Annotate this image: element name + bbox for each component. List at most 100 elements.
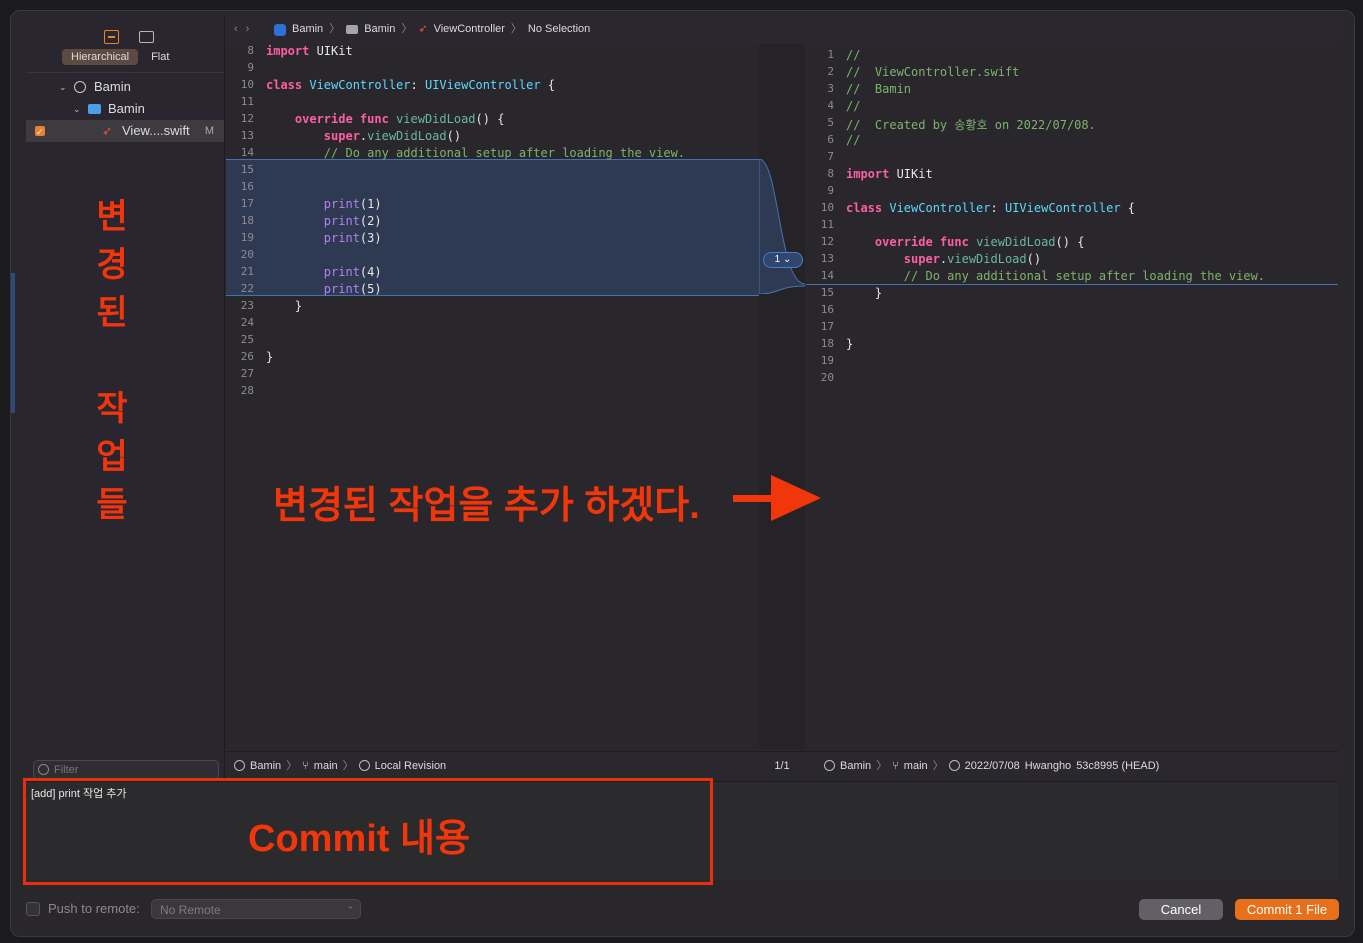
line-number: 16 bbox=[820, 303, 834, 316]
code-line[interactable]: override func viewDidLoad() { bbox=[846, 235, 1085, 249]
remote-select[interactable]: No Remote ⌃ bbox=[151, 899, 361, 919]
filter-icon bbox=[38, 764, 49, 775]
sidebar-divider bbox=[26, 72, 224, 73]
left-revision-bar: Bamin 〉 ⑂ main 〉 Local Revision bbox=[226, 751, 759, 779]
code-line[interactable]: // Created by 송황호 on 2022/07/08. bbox=[846, 116, 1096, 133]
line-number: 22 bbox=[240, 282, 254, 295]
tree-item-repo[interactable]: ⌄ Bamin bbox=[26, 76, 224, 98]
chevron-right-icon: 〉 bbox=[510, 23, 522, 35]
window-edge-accent bbox=[11, 273, 15, 413]
line-number: 4 bbox=[827, 99, 834, 112]
code-line[interactable]: super.viewDidLoad() bbox=[266, 129, 461, 143]
chevron-right-icon: 〉 bbox=[342, 759, 354, 772]
code-line[interactable]: } bbox=[266, 299, 302, 313]
code-line[interactable]: } bbox=[266, 350, 273, 364]
tree-item-label: Bamin bbox=[108, 101, 145, 116]
code-line[interactable]: } bbox=[846, 337, 853, 351]
seg-flat[interactable]: Flat bbox=[142, 49, 178, 65]
line-number: 17 bbox=[820, 320, 834, 333]
breadcrumb-item[interactable]: ViewController bbox=[434, 11, 505, 48]
annotation-char: 변 bbox=[96, 198, 128, 236]
tree-item-file[interactable]: ➶ View....swift M bbox=[26, 120, 224, 143]
commit-button[interactable]: Commit 1 File bbox=[1235, 899, 1339, 920]
line-number: 28 bbox=[240, 384, 254, 397]
code-line[interactable]: } bbox=[846, 286, 882, 300]
line-number: 20 bbox=[240, 248, 254, 261]
commit-author: Hwangho bbox=[1024, 759, 1072, 772]
code-line[interactable]: // bbox=[846, 48, 860, 62]
push-checkbox[interactable] bbox=[26, 901, 40, 916]
code-line[interactable]: // Bamin bbox=[846, 82, 911, 96]
line-number: 8 bbox=[827, 167, 834, 180]
line-number: 19 bbox=[240, 231, 254, 244]
changes-sidebar: Hierarchical Flat ⌄ Bamin ⌄ Bamin ➶ View… bbox=[26, 16, 225, 781]
breadcrumb-item[interactable]: No Selection bbox=[528, 11, 590, 48]
code-line[interactable]: import UIKit bbox=[846, 167, 933, 181]
repo-name[interactable]: Bamin bbox=[840, 752, 871, 780]
code-line[interactable]: // Do any additional setup after loading… bbox=[266, 146, 685, 160]
seg-hierarchical[interactable]: Hierarchical bbox=[62, 49, 139, 65]
filter-field[interactable]: Filter bbox=[33, 760, 219, 780]
code-line[interactable]: // bbox=[846, 99, 860, 113]
branch-name[interactable]: main bbox=[904, 752, 928, 780]
code-line[interactable]: // ViewController.swift bbox=[846, 65, 1019, 79]
line-number: 3 bbox=[827, 82, 834, 95]
code-line[interactable]: import UIKit bbox=[266, 44, 353, 58]
code-line[interactable]: class ViewController: UIViewController { bbox=[846, 201, 1135, 215]
revision-name[interactable]: Local Revision bbox=[375, 752, 447, 780]
include-checkbox[interactable] bbox=[35, 121, 45, 143]
chevron-down-icon[interactable]: ⌄ bbox=[73, 98, 81, 120]
annotation-char: 된 bbox=[96, 294, 128, 332]
folder-icon[interactable] bbox=[139, 31, 154, 43]
branch-name[interactable]: main bbox=[314, 752, 338, 780]
commit-date[interactable]: 2022/07/08 bbox=[965, 752, 1020, 780]
tree-item-group[interactable]: ⌄ Bamin bbox=[26, 98, 224, 120]
line-number: 16 bbox=[240, 180, 254, 193]
code-line[interactable]: print(4) bbox=[266, 265, 382, 279]
chevron-down-icon[interactable]: ⌄ bbox=[59, 76, 67, 98]
code-line[interactable]: // bbox=[846, 133, 860, 147]
source-control-navigator-icon[interactable] bbox=[104, 30, 119, 44]
swift-icon: ➶ bbox=[418, 23, 428, 35]
code-line[interactable]: class ViewController: UIViewController { bbox=[266, 78, 555, 92]
local-revision-editor[interactable]: 8 import UIKit 9 10 class ViewController: UI… bbox=[226, 44, 759, 750]
line-number: 20 bbox=[820, 371, 834, 384]
line-number: 5 bbox=[827, 116, 834, 129]
folder-icon bbox=[88, 104, 101, 114]
breadcrumb-item[interactable]: Bamin bbox=[364, 11, 395, 48]
line-number: 13 bbox=[820, 252, 834, 265]
code-line[interactable]: print(3) bbox=[266, 231, 382, 245]
breadcrumb-item[interactable]: Bamin bbox=[292, 11, 323, 48]
code-line[interactable]: // Do any additional setup after loading… bbox=[846, 269, 1265, 283]
line-number: 11 bbox=[240, 95, 254, 108]
change-toggle[interactable]: 1 ⌄ bbox=[763, 252, 803, 268]
file-tree: ⌄ Bamin ⌄ Bamin ➶ View....swift M bbox=[26, 76, 224, 143]
line-number: 12 bbox=[820, 235, 834, 248]
head-revision-editor[interactable]: 1 // 2 // ViewController.swift 3 // Bamin 4 // 5… bbox=[806, 44, 1338, 750]
chevron-right-icon: 〉 bbox=[329, 23, 341, 35]
code-line[interactable]: print(2) bbox=[266, 214, 382, 228]
branch-icon: ⑂ bbox=[302, 759, 309, 772]
code-line[interactable]: override func viewDidLoad() { bbox=[266, 112, 505, 126]
line-number: 13 bbox=[240, 129, 254, 142]
line-number: 11 bbox=[820, 218, 834, 231]
line-number: 9 bbox=[827, 184, 834, 197]
clock-icon bbox=[358, 760, 370, 771]
annotation-char: 들 bbox=[96, 486, 128, 524]
code-line[interactable]: super.viewDidLoad() bbox=[846, 252, 1041, 266]
remote-value: No Remote bbox=[160, 903, 221, 917]
annotation-main: 변경된 작업을 추가 하겠다. bbox=[273, 485, 700, 527]
line-number: 9 bbox=[247, 61, 254, 74]
chevron-right-icon: 〉 bbox=[932, 759, 944, 772]
code-line[interactable]: print(1) bbox=[266, 197, 382, 211]
repo-name[interactable]: Bamin bbox=[250, 752, 281, 780]
code-line[interactable]: print(5) bbox=[266, 282, 382, 296]
line-number: 10 bbox=[820, 201, 834, 214]
nav-arrows[interactable]: ‹› bbox=[234, 11, 257, 48]
tree-item-label: View....swift bbox=[122, 123, 190, 138]
cancel-button[interactable]: Cancel bbox=[1139, 899, 1223, 920]
line-number: 6 bbox=[827, 133, 834, 146]
line-number: 26 bbox=[240, 350, 254, 363]
clock-icon bbox=[824, 760, 835, 771]
chevron-right-icon: 〉 bbox=[401, 23, 413, 35]
